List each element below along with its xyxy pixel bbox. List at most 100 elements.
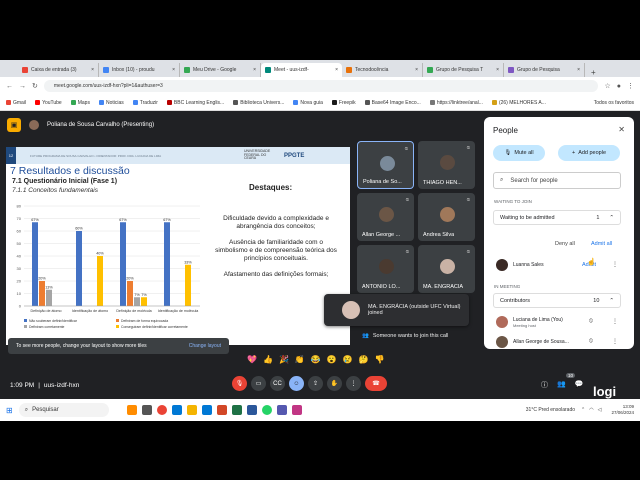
info-icon[interactable]: ⓘ [541,380,548,390]
excel-icon[interactable] [231,405,242,415]
reaction-emoji[interactable]: 👎 [375,355,385,364]
captions-icon[interactable]: CC [270,376,285,391]
y-tick-label: 80 [17,204,22,209]
reaction-emoji[interactable]: 👍 [263,355,273,364]
reload-icon[interactable]: ↻ [32,82,38,90]
windows-start-icon[interactable]: ⊞ [6,406,13,415]
admit-all-button[interactable]: Admit all [591,241,612,247]
participant-tile[interactable]: ⦸ Poliana de So... [357,141,414,189]
wifi-icon[interactable]: ◠ [589,407,593,413]
participant-tile[interactable]: ⦸ ANTONIO LO... [357,245,414,293]
deny-all-button[interactable]: Deny all [555,241,575,247]
bookmark-item[interactable]: Noticias [98,100,124,106]
tab-0[interactable]: Caixa de entrada (3) × [18,63,99,77]
bookmark-item[interactable]: https://linktree/anal... [429,100,483,106]
close-icon[interactable]: × [253,67,256,73]
close-icon[interactable]: × [577,67,580,73]
bookmark-item[interactable]: Base64 Image Enco... [364,100,421,106]
reaction-emoji[interactable]: 💖 [247,355,257,364]
weather-widget[interactable]: 31°C Pred ensolarado [526,407,575,413]
more-icon[interactable]: ⋮ [612,261,618,268]
tab-5[interactable]: Grupo de Pesquisa T × [423,63,504,77]
reaction-emoji[interactable]: 🎉 [279,355,289,364]
bookmark-item[interactable]: Freepik [331,100,356,106]
add-people-button[interactable]: + Add people [558,145,620,161]
app-icon[interactable] [126,405,137,415]
chat-icon[interactable]: 💬 [575,380,584,390]
tab-2[interactable]: Meu Drive - Google × [180,63,261,77]
tab-4[interactable]: Tecnodocência × [342,63,423,77]
close-icon[interactable]: × [415,67,418,73]
reaction-emoji[interactable]: 😢 [343,355,353,364]
more-icon[interactable]: ⋮ [612,318,618,325]
app-icon[interactable] [291,405,302,415]
join-request-message[interactable]: 👥 Someone wants to join this call [362,333,448,339]
whatsapp-icon[interactable] [261,405,272,415]
participant-tile[interactable]: ⦸ MA. ENGRÁCIA [418,245,475,293]
powerpoint-icon[interactable] [216,405,227,415]
chrome-icon[interactable] [156,405,167,415]
change-layout-link[interactable]: Change layout [189,343,221,349]
more-options-icon[interactable]: ⋮ [346,376,361,391]
bookmark-item[interactable]: YouTube [35,100,62,106]
mic-off-icon[interactable]: 🎙 [232,376,247,391]
word-icon[interactable] [246,405,257,415]
reaction-emoji[interactable]: 😂 [311,355,321,364]
tab-6[interactable]: Grupo de Pesquisa × [504,63,585,77]
tab-1[interactable]: Inbox (10) - proudu × [99,63,180,77]
present-icon[interactable]: ▣ [7,118,21,132]
bookmark-item[interactable]: Nova guia [293,100,323,106]
close-icon[interactable]: × [91,67,94,73]
more-icon[interactable]: ⋮ [612,338,618,345]
address-bar[interactable]: meet.google.com/uus-izdf-hxn?pli=1&authu… [43,80,599,92]
bookmark-item[interactable]: Biblioteca Univers... [233,100,284,106]
back-icon[interactable]: ← [6,83,13,90]
bookmark-item[interactable]: Maps [70,100,90,106]
mic-off-icon[interactable]: ⦸ [589,338,593,345]
participant-tile[interactable]: ⦸ Allan George ... [357,193,414,241]
star-icon[interactable]: ☆ [604,82,610,90]
taskbar-search[interactable]: ⌕ Pesquisar [18,403,109,417]
store-icon[interactable] [201,405,212,415]
participant-tile[interactable]: ⦸ THIAGO HEN... [418,141,475,189]
close-icon[interactable]: × [172,67,175,73]
present-screen-icon[interactable]: ⇪ [308,376,323,391]
people-icon[interactable]: 👥 [557,380,566,390]
chevron-up-icon[interactable]: ⌃ [581,407,585,413]
forward-icon[interactable]: → [19,83,26,90]
search-input[interactable]: ⌕ Search for people [493,172,621,189]
close-icon[interactable]: × [496,67,499,73]
data-label: 33% [184,260,192,264]
bookmark-item[interactable]: Traduzir [132,100,158,106]
tab-3[interactable]: Meet - uus-izdf- × [261,63,342,77]
end-call-button[interactable]: ☎ [365,376,387,391]
close-icon[interactable]: ✕ [618,125,625,134]
bookmark-item[interactable]: Gmail [6,100,26,106]
y-tick-label: 60 [17,229,22,234]
participant-tile[interactable]: ⦸ Andrea Silva [418,193,475,241]
new-tab-button[interactable]: + [585,68,602,77]
all-favorites[interactable]: Todos os favoritos [594,100,634,106]
mic-off-icon[interactable]: ⦸ [589,318,593,325]
app-icon[interactable] [141,405,152,415]
mute-all-button[interactable]: 🎙 Mute all [493,145,545,161]
bookmark-item[interactable]: BBC Learning Englis... [166,100,224,106]
profile-icon[interactable]: ● [617,83,621,90]
edge-icon[interactable] [171,405,182,415]
teams-icon[interactable] [276,405,287,415]
volume-icon[interactable]: ◁ [598,407,602,413]
emoji-icon[interactable]: ☺ [289,376,304,391]
folder-icon[interactable] [186,405,197,415]
waiting-section[interactable]: Waiting to be admitted 1 ⌃ [493,210,621,225]
legend-label: Não souberam definir/identificar [29,319,78,323]
menu-icon[interactable]: ⋮ [627,82,634,90]
reaction-emoji[interactable]: 😮 [327,355,337,364]
reaction-emoji[interactable]: 👏 [295,355,305,364]
raise-hand-icon[interactable]: ✋ [327,376,342,391]
reaction-emoji[interactable]: 🤔 [359,355,369,364]
close-icon[interactable]: × [335,67,338,73]
clock[interactable]: 13:09 27/06/2024 [611,404,634,416]
contributors-section[interactable]: Contributors 10 ⌃ [493,293,621,308]
bookmark-item[interactable]: (26) MELHORES A... [491,100,546,106]
camera-icon[interactable]: ▭ [251,376,266,391]
